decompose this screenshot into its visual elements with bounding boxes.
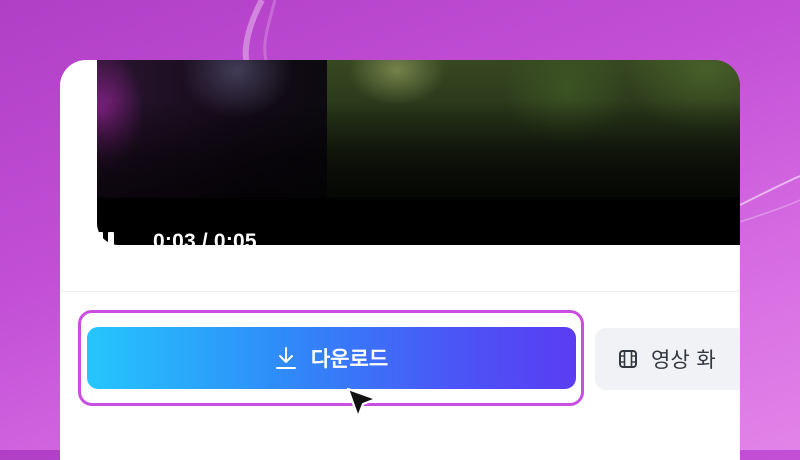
download-label: 다운로드 (310, 347, 389, 371)
download-button[interactable]: 다운로드 (87, 327, 576, 389)
video-effect-label: 영상 화 (651, 348, 716, 372)
video-effect-button[interactable]: 영상 화 (595, 328, 740, 390)
download-icon (275, 347, 296, 369)
controls-shade (97, 100, 740, 245)
video-player[interactable] (97, 60, 740, 245)
pause-icon[interactable] (96, 232, 116, 252)
film-icon (619, 350, 637, 368)
content-card: 0:03 / 0:05 다운로드 영상 화 (60, 60, 740, 460)
mouse-cursor-icon (346, 387, 378, 419)
divider (60, 291, 740, 292)
time-display: 0:03 / 0:05 (153, 230, 257, 253)
